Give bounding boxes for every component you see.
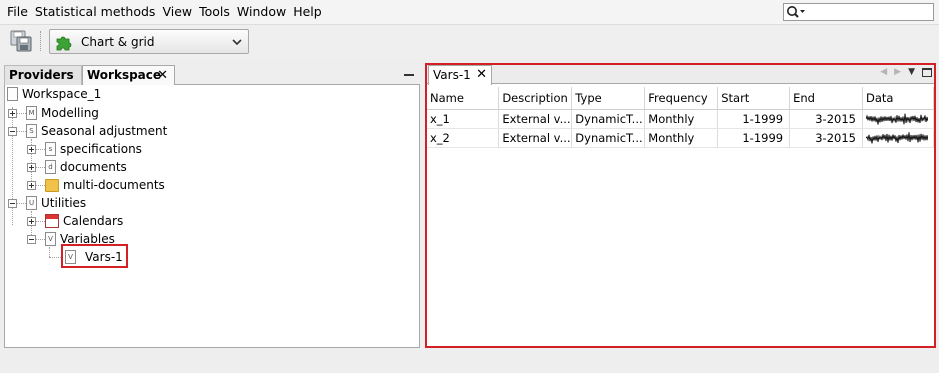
expand-toggle-documents[interactable] [27, 163, 36, 172]
cell-end[interactable]: 3-2015 [789, 128, 863, 148]
tab-workspace[interactable]: Workspace ✕ [82, 65, 175, 86]
cell-name[interactable]: x_1 [427, 109, 500, 129]
collapse-toggle-utilities[interactable] [8, 199, 17, 208]
menu-tools[interactable]: Tools [196, 0, 233, 24]
cell-start[interactable]: 1-1999 [717, 109, 791, 129]
workspace-tree: Workspace_1 M Modelling S Seasonal adjus… [4, 85, 420, 348]
calendar-icon [45, 214, 59, 228]
column-header-start[interactable]: Start [717, 87, 791, 110]
column-header-name[interactable]: Name [427, 87, 500, 110]
folder-icon [45, 178, 59, 192]
status-area [0, 352, 939, 373]
seasonal-icon: S [26, 124, 37, 138]
view-mode-label: Chart & grid [81, 34, 155, 49]
sparkline [865, 113, 928, 125]
close-icon[interactable]: ✕ [476, 66, 487, 84]
tab-providers[interactable]: Providers [4, 65, 82, 85]
tree-node-label: Calendars [63, 214, 124, 228]
tree-node-label: Modelling [41, 106, 99, 120]
expand-toggle-calendars[interactable] [27, 217, 36, 226]
tab-controls: ◀ ▶ ▼ [880, 67, 932, 77]
tree-node-label: Workspace_1 [22, 87, 102, 101]
maximize-icon[interactable] [922, 67, 932, 77]
collapse-toggle-variables[interactable] [27, 235, 36, 244]
cell-type[interactable]: DynamicT... [571, 128, 646, 148]
column-header-frequency[interactable]: Frequency [644, 87, 719, 110]
tab-vars-1-label: Vars-1 [433, 68, 471, 82]
close-icon[interactable]: ✕ [157, 66, 168, 85]
cell-description[interactable]: External v... [498, 109, 573, 129]
menu-view[interactable]: View [159, 0, 195, 24]
scroll-right-icon[interactable]: ▶ [894, 67, 901, 77]
tree-node-seasonal-adjustment[interactable]: S Seasonal adjustment [26, 122, 167, 140]
view-mode-dropdown[interactable]: Chart & grid [49, 29, 249, 54]
cell-description[interactable]: External v... [498, 128, 573, 148]
tree-node-specifications[interactable]: s specifications [45, 140, 142, 158]
sparkline-trace [865, 113, 928, 125]
save-all-icon[interactable] [9, 29, 33, 53]
puzzle-piece-icon [56, 36, 72, 50]
explorer-tabbar: Providers Workspace ✕ [4, 65, 420, 86]
explorer-panel: Providers Workspace ✕ Workspace_1 M Mode… [4, 65, 420, 348]
tree-node-label: Utilities [41, 196, 87, 210]
menu-statistical-methods[interactable]: Statistical methods [32, 0, 159, 24]
column-header-type[interactable]: Type [571, 87, 646, 110]
search-icon [787, 6, 805, 18]
tree-node-label: multi-documents [63, 178, 165, 192]
tree-node-label: Seasonal adjustment [41, 124, 168, 138]
toolbar: Chart & grid [0, 24, 939, 58]
table-header-row: Name Description Type Frequency Start En… [427, 87, 935, 110]
menu-help[interactable]: Help [290, 0, 325, 24]
utilities-icon: U [26, 196, 37, 210]
collapse-toggle-seasonal[interactable] [8, 127, 17, 136]
variables-icon: V [45, 232, 56, 246]
table-row[interactable]: x_1 External v... DynamicT... Monthly 1-… [427, 109, 935, 129]
tree-node-label: documents [60, 160, 127, 174]
editor-tabbar: Vars-1 ✕ ◀ ▶ ▼ [427, 65, 934, 85]
table-row[interactable]: x_2 External v... DynamicT... Monthly 1-… [427, 128, 935, 148]
variables-table: Name Description Type Frequency Start En… [427, 87, 935, 148]
cell-name[interactable]: x_2 [427, 128, 500, 148]
tab-list-dropdown-icon[interactable]: ▼ [908, 67, 915, 77]
document-icon [7, 87, 18, 101]
expand-toggle-modelling[interactable] [8, 109, 17, 118]
sparkline [865, 131, 928, 143]
scroll-left-icon[interactable]: ◀ [880, 67, 887, 77]
minimize-icon[interactable] [404, 74, 414, 76]
cell-frequency[interactable]: Monthly [644, 128, 719, 148]
chevron-down-icon [232, 38, 242, 45]
specifications-icon: s [45, 142, 56, 156]
highlight-box [61, 244, 128, 268]
expand-toggle-specifications[interactable] [27, 145, 36, 154]
documents-icon: d [45, 160, 56, 174]
tree-node-modelling[interactable]: M Modelling [26, 104, 99, 122]
tree-node-workspace-root[interactable]: Workspace_1 [7, 85, 101, 103]
column-header-description[interactable]: Description [498, 87, 573, 110]
column-header-end[interactable]: End [789, 87, 863, 110]
cell-type[interactable]: DynamicT... [571, 109, 646, 129]
expand-toggle-multi-documents[interactable] [27, 181, 36, 190]
sparkline-trace [865, 131, 928, 143]
tab-providers-label: Providers [9, 68, 74, 82]
tree-node-label: specifications [60, 142, 142, 156]
editor-panel: Vars-1 ✕ ◀ ▶ ▼ Name Description Type Fre… [425, 63, 936, 348]
column-header-data[interactable]: Data [862, 87, 935, 110]
tree-node-multi-documents[interactable]: multi-documents [45, 176, 165, 194]
tree-node-documents[interactable]: d documents [45, 158, 127, 176]
tab-vars-1[interactable]: Vars-1 ✕ [428, 65, 492, 85]
modelling-icon: M [26, 106, 37, 120]
search-input[interactable] [783, 3, 934, 21]
menu-window[interactable]: Window [234, 0, 289, 24]
tree-connector [49, 247, 50, 257]
cell-frequency[interactable]: Monthly [644, 109, 719, 129]
tree-node-calendars[interactable]: Calendars [45, 212, 123, 230]
tab-workspace-label: Workspace [87, 68, 162, 82]
cell-data[interactable] [862, 128, 935, 148]
cell-end[interactable]: 3-2015 [789, 109, 863, 129]
toolbar-separator [40, 31, 42, 51]
tree-node-utilities[interactable]: U Utilities [26, 194, 86, 212]
cell-start[interactable]: 1-1999 [717, 128, 791, 148]
cell-data[interactable] [862, 109, 935, 129]
menu-file[interactable]: File [4, 0, 31, 24]
